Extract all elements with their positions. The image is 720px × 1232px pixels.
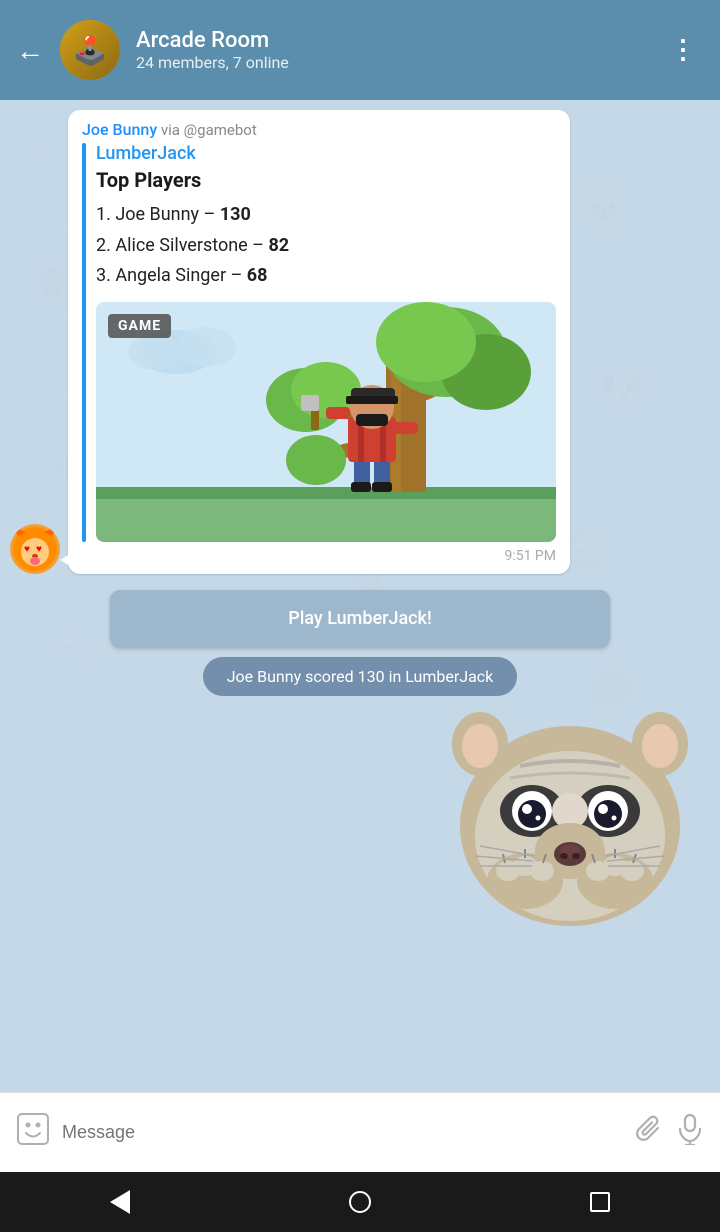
top-players-title: Top Players [96, 168, 556, 192]
raccoon-sticker [420, 706, 700, 926]
message-time: 9:51 PM [82, 548, 556, 564]
android-nav-bar [0, 1172, 720, 1232]
sender-line: Joe Bunny via @gamebot [82, 120, 556, 139]
game-scene-svg [96, 302, 556, 542]
message-bubble: Joe Bunny via @gamebot LumberJack Top Pl… [68, 110, 570, 574]
group-avatar: 🕹️ [60, 20, 120, 80]
player-3: 3. Angela Singer – 68 [96, 261, 556, 292]
game-image[interactable]: GAME [96, 302, 556, 542]
raccoon-svg [420, 706, 700, 926]
recents-nav-button[interactable] [580, 1182, 620, 1222]
back-nav-button[interactable] [100, 1182, 140, 1222]
message-container: ♥ ♥ Joe Bunny via @gamebot LumberJ [10, 110, 710, 574]
svg-text:♥: ♥ [36, 544, 42, 555]
back-triangle-icon [110, 1190, 130, 1214]
score-notification: Joe Bunny scored 130 in LumberJack [10, 657, 710, 696]
avatar-svg: ♥ ♥ [10, 524, 60, 574]
sender-name[interactable]: Joe Bunny [82, 120, 157, 139]
avatar-image: 🕹️ [60, 20, 120, 80]
player-2-score: 82 [268, 235, 289, 256]
back-button[interactable]: ← [16, 34, 44, 67]
play-lumberjack-button[interactable]: Play LumberJack! [110, 590, 610, 647]
message-input[interactable] [62, 1122, 624, 1143]
header-info: Arcade Room 24 members, 7 online [136, 28, 646, 72]
emoji-button[interactable] [16, 1112, 50, 1154]
play-button-container: Play LumberJack! [10, 590, 710, 647]
score-bubble-text: Joe Bunny scored 130 in LumberJack [203, 657, 518, 696]
header: ← 🕹️ Arcade Room 24 members, 7 online ⋮ [0, 0, 720, 100]
svg-text:♥: ♥ [24, 544, 30, 555]
input-bar [0, 1092, 720, 1172]
home-nav-button[interactable] [340, 1182, 380, 1222]
mic-button[interactable] [676, 1113, 704, 1152]
recents-square-icon [590, 1192, 610, 1212]
players-list: 1. Joe Bunny – 130 2. Alice Silverstone … [96, 200, 556, 292]
via-text: via @gamebot [157, 121, 257, 139]
sender-avatar: ♥ ♥ [10, 524, 60, 574]
player-1-score: 130 [220, 204, 251, 225]
attach-button[interactable] [636, 1115, 664, 1150]
game-badge: GAME [108, 314, 171, 338]
group-subtitle: 24 members, 7 online [136, 53, 646, 72]
chat-content: ♥ ♥ Joe Bunny via @gamebot LumberJ [0, 100, 720, 1132]
attach-icon [636, 1115, 664, 1143]
emoji-icon [16, 1112, 50, 1146]
home-circle-icon [349, 1191, 371, 1213]
game-name[interactable]: LumberJack [96, 143, 556, 164]
more-options-button[interactable]: ⋮ [662, 27, 704, 73]
group-title: Arcade Room [136, 28, 646, 53]
player-3-score: 68 [247, 265, 268, 286]
accent-bar [82, 143, 86, 542]
player-1: 1. Joe Bunny – 130 [96, 200, 556, 231]
player-2: 2. Alice Silverstone – 82 [96, 231, 556, 262]
mic-icon [676, 1113, 704, 1145]
message-content: LumberJack Top Players 1. Joe Bunny – 13… [82, 143, 556, 542]
message-text: LumberJack Top Players 1. Joe Bunny – 13… [96, 143, 556, 542]
sticker-container [10, 706, 710, 926]
